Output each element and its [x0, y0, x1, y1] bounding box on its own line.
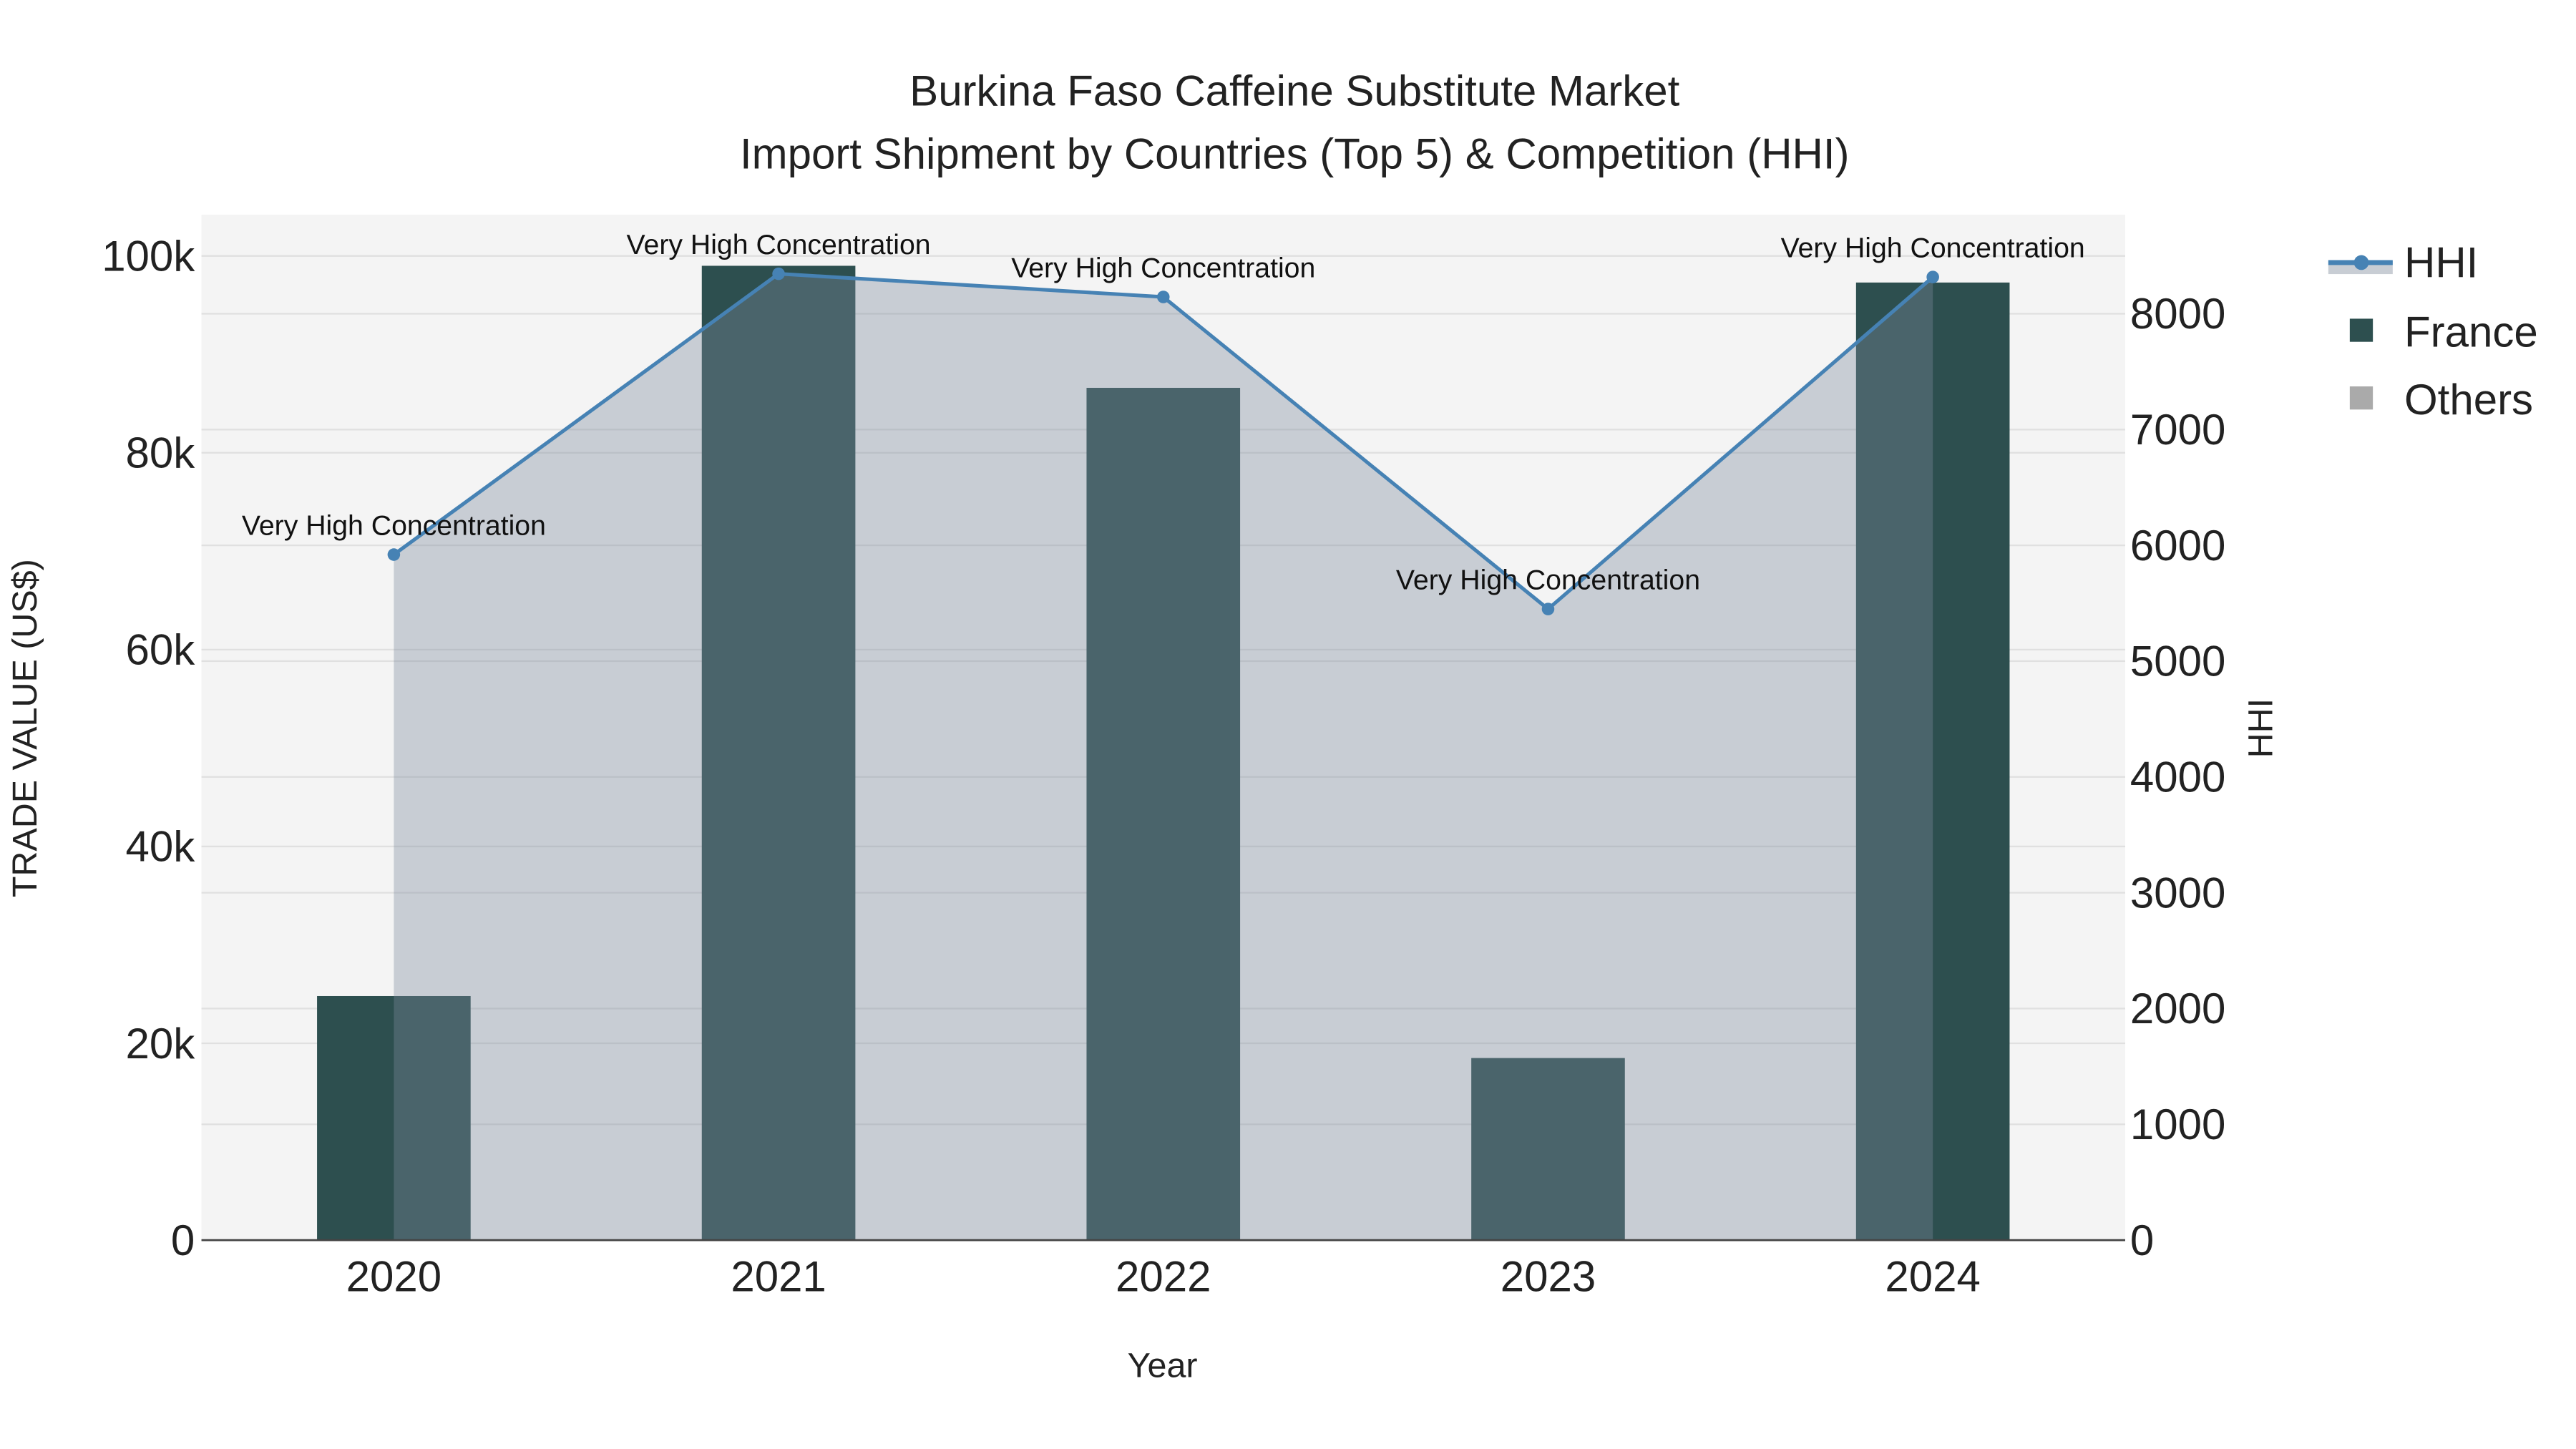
legend-hhi-marker [2353, 255, 2369, 270]
legend-france-swatch [2349, 318, 2373, 342]
y2-tick-label: 1000 [2130, 1101, 2225, 1148]
y-tick-label: 40k [126, 823, 196, 871]
y-tick-label: 100k [102, 232, 195, 280]
y2-tick-label: 0 [2130, 1216, 2154, 1264]
hhi-annotation: Very High Concentration [1781, 232, 2085, 263]
legend-label-hhi: HHI [2404, 239, 2478, 287]
y2-tick-label: 4000 [2130, 753, 2225, 801]
y2-axis-ticks: 0 1000 2000 3000 4000 5000 6000 7000 8000 [2130, 290, 2225, 1264]
y-tick-label: 0 [171, 1216, 195, 1264]
hhi-point-2020 [387, 548, 401, 561]
chart: Burkina Faso Caffeine Substitute Market … [0, 0, 2576, 1449]
y2-tick-label: 7000 [2130, 406, 2225, 454]
x-tick-label: 2024 [1885, 1253, 1980, 1301]
y2-tick-label: 3000 [2130, 869, 2225, 917]
y-tick-label: 20k [126, 1020, 196, 1068]
y2-tick-label: 8000 [2130, 290, 2225, 338]
y-tick-label: 60k [126, 626, 196, 674]
hhi-annotation: Very High Concentration [1396, 564, 1700, 595]
hhi-point-2023 [1541, 602, 1555, 615]
y-axis-label: TRADE VALUE (US$) [6, 559, 44, 897]
legend-label-france: France [2404, 308, 2538, 356]
x-axis-label: Year [1128, 1347, 1198, 1385]
legend-others-swatch [2349, 386, 2373, 410]
y2-tick-label: 2000 [2130, 985, 2225, 1033]
y-tick-label: 80k [126, 429, 196, 477]
x-tick-label: 2023 [1501, 1253, 1596, 1301]
hhi-point-2022 [1157, 291, 1170, 303]
chart-title: Burkina Faso Caffeine Substitute Market [909, 67, 1679, 115]
y2-tick-label: 6000 [2130, 522, 2225, 570]
hhi-point-2021 [772, 267, 785, 280]
hhi-point-2024 [1926, 270, 1939, 283]
y2-tick-label: 5000 [2130, 638, 2225, 686]
chart-subtitle: Import Shipment by Countries (Top 5) & C… [740, 130, 1850, 177]
y2-axis-label: HHI [2241, 698, 2280, 758]
x-tick-label: 2020 [346, 1253, 441, 1301]
legend-label-others: Others [2404, 376, 2533, 424]
hhi-annotation: Very High Concentration [627, 229, 931, 260]
x-tick-label: 2021 [731, 1253, 826, 1301]
x-tick-label: 2022 [1116, 1253, 1211, 1301]
hhi-annotation: Very High Concentration [242, 509, 546, 541]
hhi-annotation: Very High Concentration [1011, 252, 1315, 283]
